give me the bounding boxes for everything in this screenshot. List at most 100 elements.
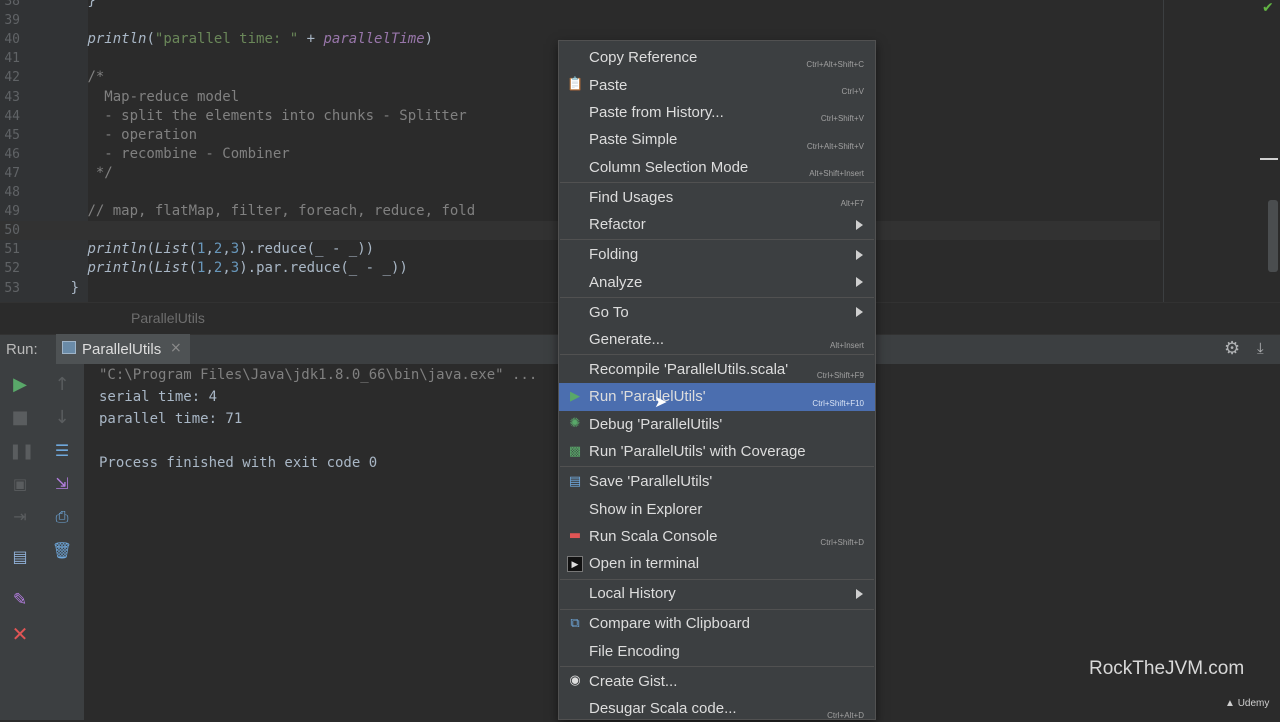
menu-item-shortcut: Alt+Shift+Insert [809, 169, 864, 179]
menu-item-paste-from-history[interactable]: Paste from History... Ctrl+Shift+V [559, 99, 875, 126]
menu-item-paste[interactable]: 📋 Paste Ctrl+V [559, 71, 875, 98]
code-text: } [20, 0, 96, 9]
line-number: 42 [4, 70, 20, 86]
terminal-icon: ▶ [567, 555, 583, 572]
breadcrumb[interactable]: ParallelUtils [131, 310, 205, 326]
menu-item-run-scala-console[interactable]: ▬ Run Scala Console Ctrl+Shift+D [559, 523, 875, 550]
close-icon[interactable]: × [170, 340, 182, 356]
exit-icon[interactable]: ⇥ [9, 506, 31, 528]
line-number: 44 [4, 108, 20, 124]
menu-item-copy-reference[interactable]: Copy Reference Ctrl+Alt+Shift+C [559, 44, 875, 71]
gear-icon[interactable]: ⚙ [1224, 338, 1240, 359]
soft-wrap-icon[interactable]: ☰ [51, 440, 73, 462]
github-icon: ◉ [569, 673, 581, 689]
menu-item-label: Paste Simple [589, 131, 678, 149]
menu-item-label: Find Usages [589, 188, 674, 206]
menu-item-shortcut: Ctrl+Alt+Shift+V [806, 141, 864, 151]
layout-icon[interactable]: ▤ [9, 546, 31, 568]
scroll-to-end-icon[interactable]: ⇲ [51, 473, 73, 495]
menu-item-label: Run 'ParallelUtils' [589, 388, 706, 406]
menu-item-compare-with-clipboard[interactable]: ⧉ Compare with Clipboard [559, 610, 875, 637]
arrow-down-icon[interactable]: ↓ [51, 407, 73, 429]
submenu-arrow-icon [856, 249, 863, 260]
menu-item-shortcut: Ctrl+Shift+F9 [816, 371, 864, 381]
stop-icon[interactable]: ■ [9, 407, 31, 429]
line-number: 50 [4, 223, 20, 239]
menu-item-local-history[interactable]: Local History [559, 580, 875, 607]
run-tab-title[interactable]: ParallelUtils [82, 341, 161, 358]
code-line[interactable]: 39 [0, 11, 1160, 30]
save-config-icon: ▤ [568, 473, 582, 489]
line-number: 48 [4, 185, 20, 200]
menu-item-label: Recompile 'ParallelUtils.scala' [589, 360, 789, 378]
menu-item-label: Save 'ParallelUtils' [589, 473, 713, 491]
menu-item-show-in-explorer[interactable]: Show in Explorer [559, 495, 875, 522]
menu-item-label: Go To [589, 303, 629, 321]
pause-icon[interactable]: ❚❚ [9, 440, 34, 462]
code-text: */ [20, 164, 113, 181]
menu-item-paste-simple[interactable]: Paste Simple Ctrl+Alt+Shift+V [559, 126, 875, 153]
console-output-line: parallel time: 71 [99, 411, 243, 427]
udemy-badge-label: Udemy [1237, 698, 1270, 709]
submenu-arrow-icon [856, 219, 863, 230]
menu-item-run-with-coverage[interactable]: ▩ Run 'ParallelUtils' with Coverage [559, 438, 875, 465]
run-toolbar-primary: ▶ ■ ❚❚ ▣ ⇥ ▤ ✎ ✕ [0, 364, 43, 720]
menu-item-generate[interactable]: Generate... Alt+Insert [559, 326, 875, 353]
line-number: 53 [4, 280, 20, 296]
menu-item-analyze[interactable]: Analyze [559, 268, 875, 295]
run-toolbar-secondary: ↑ ↓ ☰ ⇲ ⎙ 🗑 [42, 364, 85, 720]
line-number: 49 [4, 204, 20, 220]
menu-item-find-usages[interactable]: Find Usages Alt+F7 [559, 184, 875, 211]
code-text: // map, flatMap, filter, foreach, reduce… [87, 203, 476, 220]
hide-panel-icon[interactable]: ⤓ [1257, 339, 1264, 357]
right-margin-guide [1163, 0, 1164, 302]
menu-item-label: Open in terminal [589, 555, 700, 573]
menu-item-shortcut: Ctrl+Shift+V [820, 114, 864, 124]
pin-icon[interactable]: ✎ [9, 589, 31, 611]
menu-item-label: Create Gist... [589, 672, 678, 690]
arrow-up-icon[interactable]: ↑ [51, 374, 73, 396]
code-text: - operation [20, 126, 198, 143]
menu-item-save-config[interactable]: ▤ Save 'ParallelUtils' [559, 468, 875, 495]
menu-item-shortcut: Ctrl+Alt+D [827, 710, 864, 720]
line-number: 43 [4, 89, 20, 105]
menu-item-folding[interactable]: Folding [559, 241, 875, 268]
menu-item-label: Show in Explorer [589, 500, 703, 518]
menu-item-create-gist[interactable]: ◉ Create Gist... [559, 668, 875, 695]
menu-item-desugar-scala-code[interactable]: Desugar Scala code... Ctrl+Alt+D [559, 695, 875, 722]
inspection-ok-check-icon[interactable]: ✔ [1262, 0, 1274, 16]
menu-item-run[interactable]: ▶ Run 'ParallelUtils' Ctrl+Shift+F10 [559, 383, 875, 411]
submenu-arrow-icon [856, 277, 863, 288]
menu-item-label: Generate... [589, 330, 665, 348]
code-text: println("parallel time: " + parallelTime… [87, 31, 434, 48]
menu-item-recompile[interactable]: Recompile 'ParallelUtils.scala' Ctrl+Shif… [559, 356, 875, 383]
menu-item-debug[interactable]: ✺ Debug 'ParallelUtils' [559, 411, 875, 438]
mouse-cursor-icon: ➤ [654, 392, 668, 411]
menu-item-file-encoding[interactable]: File Encoding [559, 638, 875, 665]
line-number: 38 [4, 0, 20, 9]
console-output-line: Process finished with exit code 0 [99, 455, 378, 471]
trash-icon[interactable]: 🗑 [51, 540, 73, 562]
code-text: Map-reduce model [20, 88, 240, 105]
menu-item-shortcut: Ctrl+Alt+Shift+C [806, 59, 864, 69]
editor-context-menu: Copy Reference Ctrl+Alt+Shift+C 📋 Paste Ctrl… [558, 40, 876, 720]
console-output-line: serial time: 4 [99, 389, 218, 405]
menu-item-label: Refactor [589, 216, 646, 234]
menu-item-shortcut: Alt+F7 [840, 199, 864, 209]
menu-item-open-in-terminal[interactable]: ▶ Open in terminal [559, 550, 875, 577]
menu-item-label: Compare with Clipboard [589, 615, 750, 633]
error-stripe-mark[interactable] [1260, 158, 1278, 160]
menu-item-go-to[interactable]: Go To [559, 298, 875, 325]
rerun-icon[interactable]: ▶ [9, 374, 31, 396]
editor-scrollbar-thumb[interactable] [1268, 200, 1278, 272]
close-icon[interactable]: ✕ [9, 623, 31, 645]
menu-item-column-selection-mode[interactable]: Column Selection Mode Alt+Shift+Insert [559, 154, 875, 181]
print-icon[interactable]: ⎙ [51, 506, 73, 528]
menu-item-label: Folding [589, 246, 639, 264]
line-number: 41 [4, 51, 20, 67]
run-icon: ▶ [570, 388, 580, 404]
code-line[interactable]: 38 } [0, 0, 1160, 11]
menu-item-label: Local History [589, 585, 676, 603]
menu-item-refactor[interactable]: Refactor [559, 211, 875, 238]
dump-threads-icon[interactable]: ▣ [9, 473, 31, 495]
